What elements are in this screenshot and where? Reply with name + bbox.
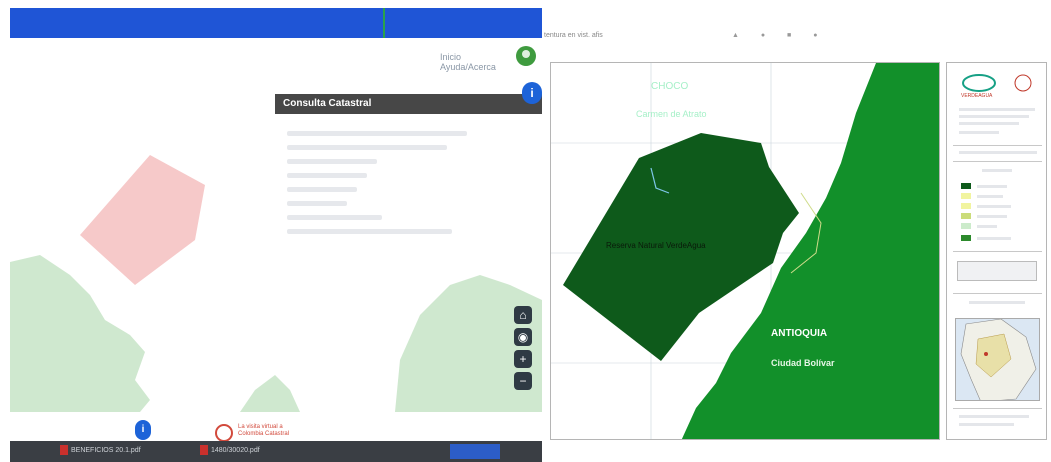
catastro-seal-icon bbox=[215, 424, 233, 442]
map-legend-panel: VERDEAGUA bbox=[946, 62, 1047, 440]
nav-link-home[interactable]: Inicio bbox=[440, 52, 461, 62]
label-carmen: Carmen de Atrato bbox=[636, 109, 707, 119]
legend-text-line bbox=[977, 185, 1007, 188]
legend-swatch bbox=[961, 213, 971, 219]
show-all-button[interactable] bbox=[450, 444, 500, 459]
legend-text-line bbox=[977, 205, 1011, 208]
map-frame: CHOCO Carmen de Atrato Reserva Natural V… bbox=[550, 62, 940, 440]
panel-row bbox=[287, 131, 467, 136]
legend-heading bbox=[982, 169, 1012, 172]
legend-divider bbox=[953, 161, 1042, 162]
label-antioquia: ANTIOQUIA bbox=[771, 328, 828, 339]
panel-row bbox=[287, 229, 452, 234]
legend-divider bbox=[953, 408, 1042, 409]
seal-caption: La visita virtual a Colombia Catastral bbox=[238, 424, 289, 438]
legend-swatch bbox=[961, 203, 971, 209]
seal-caption-line: Colombia Catastral bbox=[238, 431, 290, 437]
panel-title: Consulta Catastral bbox=[275, 94, 542, 114]
user-avatar[interactable] bbox=[516, 46, 536, 66]
download-filename: 1480/30020.pdf bbox=[211, 446, 260, 454]
download-bar: BENEFICIOS 20.1.pdf 1480/30020.pdf bbox=[10, 441, 542, 462]
document-header-text: tentura en vist. afis bbox=[544, 32, 603, 39]
download-item[interactable]: 1480/30020.pdf bbox=[200, 445, 260, 455]
map-document: tentura en vist. afis ▲ ● ■ ● CHOCO Carm… bbox=[542, 0, 1051, 462]
locate-button[interactable]: ◉ bbox=[514, 328, 532, 346]
panel-row bbox=[287, 145, 447, 150]
legend-text-line bbox=[969, 301, 1025, 304]
home-button[interactable]: ⌂ bbox=[514, 306, 532, 324]
legend-swatch bbox=[961, 235, 971, 241]
legend-swatch bbox=[961, 183, 971, 189]
legend-text-line bbox=[977, 195, 1003, 198]
bottom-info-button[interactable]: i bbox=[135, 420, 151, 440]
nav-link-help[interactable]: Ayuda/Acerca bbox=[440, 62, 496, 72]
app-header-bar bbox=[10, 8, 542, 38]
label-reserve: Reserva Natural VerdeAgua bbox=[606, 241, 706, 250]
label-choco: CHOCO bbox=[651, 81, 689, 92]
panel-body bbox=[275, 114, 542, 251]
legend-text-line bbox=[959, 415, 1029, 418]
legend-text-line bbox=[959, 122, 1019, 125]
map-drawing bbox=[551, 63, 939, 439]
zoom-in-button[interactable]: + bbox=[514, 350, 532, 368]
location-minimap bbox=[955, 318, 1040, 401]
legend-divider bbox=[953, 293, 1042, 294]
legend-divider bbox=[953, 251, 1042, 252]
panel-row bbox=[287, 173, 367, 178]
pdf-icon bbox=[200, 445, 208, 455]
legend-text-line bbox=[959, 131, 999, 134]
document-toolbar-icons: ▲ ● ■ ● bbox=[732, 32, 828, 39]
download-item[interactable]: BENEFICIOS 20.1.pdf bbox=[60, 445, 141, 455]
pdf-icon bbox=[60, 445, 68, 455]
minimap-drawing bbox=[960, 319, 1037, 400]
legend-text-line bbox=[977, 237, 1011, 240]
logo-caption: VERDEAGUA bbox=[961, 93, 993, 99]
legend-text-line bbox=[959, 151, 1037, 154]
panel-row bbox=[287, 201, 347, 206]
legend-text-line bbox=[977, 225, 997, 228]
legend-swatch bbox=[961, 223, 971, 229]
legend-text-line bbox=[959, 115, 1029, 118]
panel-row bbox=[287, 159, 377, 164]
zoom-out-button[interactable]: − bbox=[514, 372, 532, 390]
forest-area-center bbox=[240, 375, 300, 412]
cadastral-web-app: Inicio Ayuda/Acerca Consulta Catastral i… bbox=[0, 0, 542, 462]
legend-text-line bbox=[959, 423, 1014, 426]
panel-row bbox=[287, 187, 357, 192]
legend-text-line bbox=[977, 215, 1007, 218]
header-divider bbox=[383, 8, 385, 38]
download-filename: BENEFICIOS 20.1.pdf bbox=[71, 446, 141, 454]
label-bolivar: Ciudad Bolívar bbox=[771, 358, 835, 368]
legend-text-line bbox=[959, 108, 1035, 111]
info-button[interactable]: i bbox=[522, 82, 542, 104]
seal-caption-line: La visita virtual a bbox=[238, 424, 283, 430]
legend-swatch bbox=[961, 193, 971, 199]
legend-divider bbox=[953, 145, 1042, 146]
legend-table bbox=[957, 261, 1037, 281]
parcel-polygon[interactable] bbox=[80, 155, 205, 285]
cadastral-query-panel: Consulta Catastral bbox=[275, 94, 542, 264]
panel-row bbox=[287, 215, 382, 220]
